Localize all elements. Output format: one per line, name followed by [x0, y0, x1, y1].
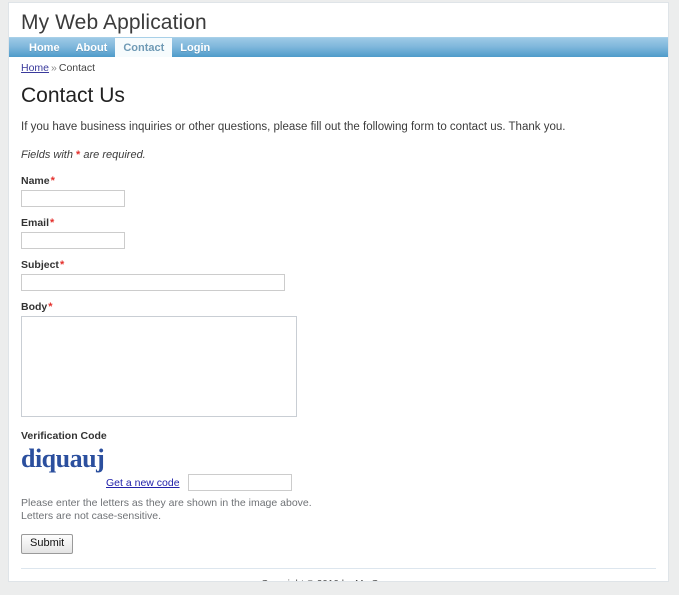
label-subject: Subject* [21, 259, 656, 271]
nav-item-login[interactable]: Login [172, 38, 218, 57]
label-name-required: * [50, 175, 55, 187]
verification-hint-line1: Please enter the letters as they are sho… [21, 497, 312, 509]
label-email-required: * [50, 217, 55, 229]
note-prefix: Fields with [21, 149, 77, 161]
form-row-name: Name* [21, 175, 656, 207]
form-row-body: Body* [21, 301, 656, 420]
submit-button[interactable]: Submit [21, 534, 74, 554]
main-navigation: Home About Contact Login [9, 37, 668, 57]
get-new-code-link[interactable]: Get a new code [106, 477, 180, 489]
footer-copyright: Copyright © 2010 by My Company. [21, 579, 656, 581]
label-body-required: * [48, 301, 53, 313]
body-textarea[interactable] [21, 316, 297, 417]
breadcrumb-separator: » [51, 62, 57, 74]
captcha-controls: Get a new code [21, 474, 656, 491]
label-email: Email* [21, 217, 656, 229]
verification-hint: Please enter the letters as they are sho… [21, 497, 656, 523]
form-row-verification-code: Verification Code diquauj Get a new code… [21, 430, 656, 523]
nav-item-contact[interactable]: Contact [115, 38, 173, 57]
email-input[interactable] [21, 232, 125, 249]
label-body-text: Body [21, 301, 48, 313]
nav-item-home[interactable]: Home [21, 38, 68, 57]
label-verification-code: Verification Code [21, 430, 107, 442]
site-header: My Web Application [9, 3, 668, 37]
intro-text: If you have business inquiries or other … [21, 121, 566, 133]
breadcrumb-current: Contact [58, 62, 96, 74]
nav-item-about[interactable]: About [68, 38, 116, 57]
label-email-text: Email [21, 217, 50, 229]
page-container: My Web Application Home About Contact Lo… [8, 2, 669, 582]
name-input[interactable] [21, 190, 125, 207]
label-body: Body* [21, 301, 656, 313]
form-row-email: Email* [21, 217, 656, 249]
site-footer: Copyright © 2010 by My Company. All Righ… [21, 568, 656, 581]
required-fields-note: Fields with * are required. [21, 149, 656, 161]
verification-code-input[interactable] [187, 474, 292, 491]
form-actions: Submit [21, 534, 656, 554]
page-title: Contact Us [21, 84, 125, 107]
main-content: Contact Us If you have business inquirie… [9, 78, 668, 554]
label-subject-text: Subject [21, 259, 59, 271]
label-name: Name* [21, 175, 656, 187]
label-name-text: Name [21, 175, 50, 187]
captcha-image: diquauj [21, 444, 105, 473]
site-title: My Web Application [21, 11, 207, 34]
form-row-subject: Subject* [21, 259, 656, 291]
breadcrumb: Home» Contact [9, 57, 668, 78]
subject-input[interactable] [21, 274, 285, 291]
breadcrumb-link-home[interactable]: Home [21, 62, 49, 74]
note-suffix: are required. [80, 149, 146, 161]
verification-hint-line2: Letters are not case-sensitive. [21, 510, 162, 522]
label-subject-required: * [59, 259, 65, 271]
